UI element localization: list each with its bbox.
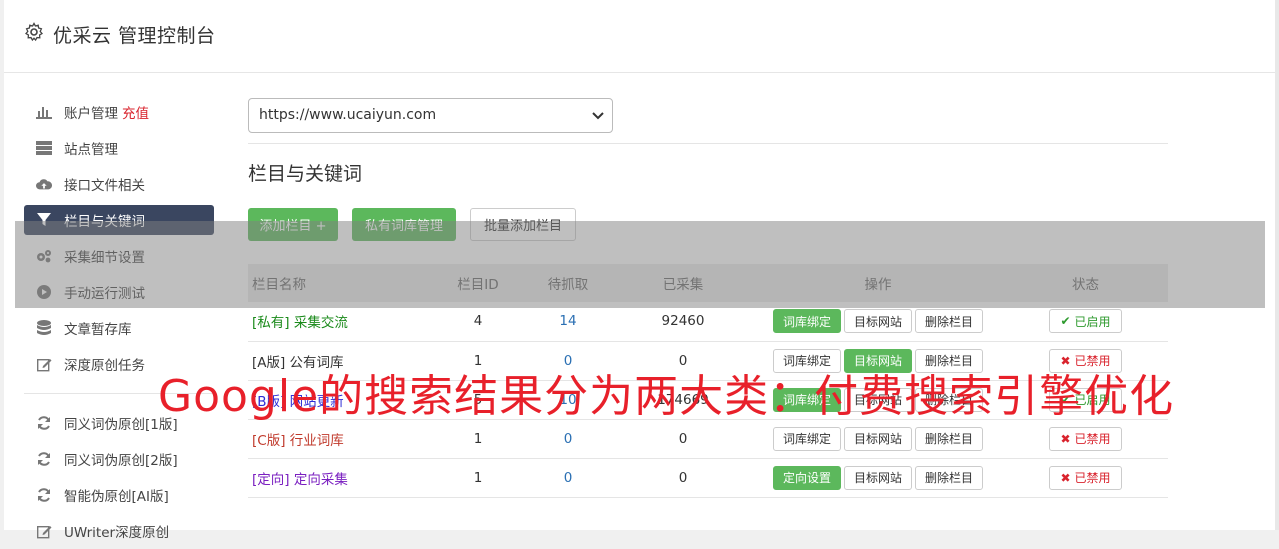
column-name-link[interactable]: [定向] 定向采集 — [248, 458, 433, 498]
gear-icon — [25, 22, 43, 42]
column-id: 1 — [433, 458, 523, 498]
page-title: 优采云 管理控制台 — [53, 25, 216, 47]
collected-count: 0 — [613, 419, 753, 459]
sidebar-item-article-store[interactable]: 文章暂存库 — [24, 310, 214, 346]
status-label: 已禁用 — [1074, 471, 1111, 485]
status-toggle[interactable]: ✖ 已禁用 — [1049, 426, 1122, 451]
header: 优采云 管理控制台 — [4, 0, 1275, 73]
status-toggle[interactable]: ✔ 已启用 — [1049, 309, 1122, 334]
status-label: 已启用 — [1074, 314, 1111, 329]
column-name-link[interactable]: [C版] 行业词库 — [248, 419, 433, 459]
sidebar-item-api-files[interactable]: 接口文件相关 — [24, 166, 214, 202]
sidebar: 账户管理 充值 站点管理 接口文件相关 栏目与关键词 采集细节设置 — [24, 94, 214, 549]
column-id: 1 — [433, 419, 523, 459]
refresh-icon — [36, 415, 52, 431]
status-label: 已禁用 — [1074, 432, 1111, 446]
delete-column-button[interactable]: 删除栏目 — [915, 309, 984, 334]
bar-chart-icon — [36, 104, 52, 120]
sidebar-item-ai-rewrite[interactable]: 智能伪原创[AI版] — [24, 477, 214, 513]
site-select[interactable]: https://www.ucaiyun.com — [248, 98, 613, 133]
sidebar-item-uwriter[interactable]: UWriter深度原创 — [24, 513, 214, 549]
cloud-upload-icon — [36, 176, 52, 192]
close-icon: ✖ — [1060, 431, 1071, 446]
page-edge — [1275, 0, 1279, 530]
sidebar-item-label: 同义词伪原创[2版] — [64, 453, 178, 469]
sidebar-item-label: 文章暂存库 — [64, 322, 132, 338]
lexicon-bind-button[interactable]: 词库绑定 — [772, 426, 841, 451]
divider — [248, 143, 1168, 144]
sidebar-item-sites[interactable]: 站点管理 — [24, 130, 214, 166]
close-icon: ✖ — [1060, 470, 1071, 485]
delete-column-button[interactable]: 删除栏目 — [915, 426, 984, 451]
database-icon — [36, 320, 52, 336]
delete-column-button[interactable]: 删除栏目 — [915, 465, 984, 490]
sidebar-item-account[interactable]: 账户管理 充值 — [24, 94, 214, 130]
sidebar-item-label: 深度原创任务 — [64, 358, 145, 374]
directed-settings-button[interactable]: 定向设置 — [772, 465, 841, 490]
server-icon — [36, 140, 52, 156]
pending-count[interactable]: 0 — [523, 419, 613, 459]
target-site-button[interactable]: 目标网站 — [843, 426, 912, 451]
overlay-band — [15, 221, 1265, 308]
sidebar-item-label: 账户管理 — [64, 106, 118, 122]
refresh-icon — [36, 451, 52, 467]
section-title: 栏目与关键词 — [248, 163, 363, 185]
sidebar-item-label: 站点管理 — [64, 142, 118, 158]
watermark-caption: Google的搜索结果分为两大类：付费搜索引擎优化 — [158, 371, 1175, 422]
row-actions: 词库绑定 目标网站 删除栏目 — [753, 309, 1003, 334]
sidebar-item-label: 智能伪原创[AI版] — [64, 489, 169, 505]
pending-count[interactable]: 0 — [523, 458, 613, 498]
sidebar-item-label: UWriter深度原创 — [64, 525, 170, 541]
table-row: [C版] 行业词库 1 0 0 词库绑定 目标网站 删除栏目 ✖ 已禁用 — [248, 419, 1168, 459]
target-site-button[interactable]: 目标网站 — [843, 465, 912, 490]
chevron-down-icon — [592, 112, 604, 120]
recharge-link[interactable]: 充值 — [122, 102, 149, 122]
refresh-icon — [36, 487, 52, 503]
table-row: [定向] 定向采集 1 0 0 定向设置 目标网站 删除栏目 ✖ 已禁用 — [248, 458, 1168, 498]
lexicon-bind-button[interactable]: 词库绑定 — [772, 309, 841, 334]
target-site-button[interactable]: 目标网站 — [843, 309, 912, 334]
check-icon: ✔ — [1060, 314, 1071, 329]
collected-count: 0 — [613, 458, 753, 498]
site-select-value: https://www.ucaiyun.com — [259, 107, 437, 123]
sidebar-item-synonym-v2[interactable]: 同义词伪原创[2版] — [24, 441, 214, 477]
edit-icon — [36, 523, 52, 539]
row-actions: 词库绑定 目标网站 删除栏目 — [753, 426, 1003, 451]
status-toggle[interactable]: ✖ 已禁用 — [1049, 465, 1122, 490]
sidebar-item-label: 接口文件相关 — [64, 178, 145, 194]
edit-icon — [36, 356, 52, 372]
row-actions: 定向设置 目标网站 删除栏目 — [753, 465, 1003, 490]
